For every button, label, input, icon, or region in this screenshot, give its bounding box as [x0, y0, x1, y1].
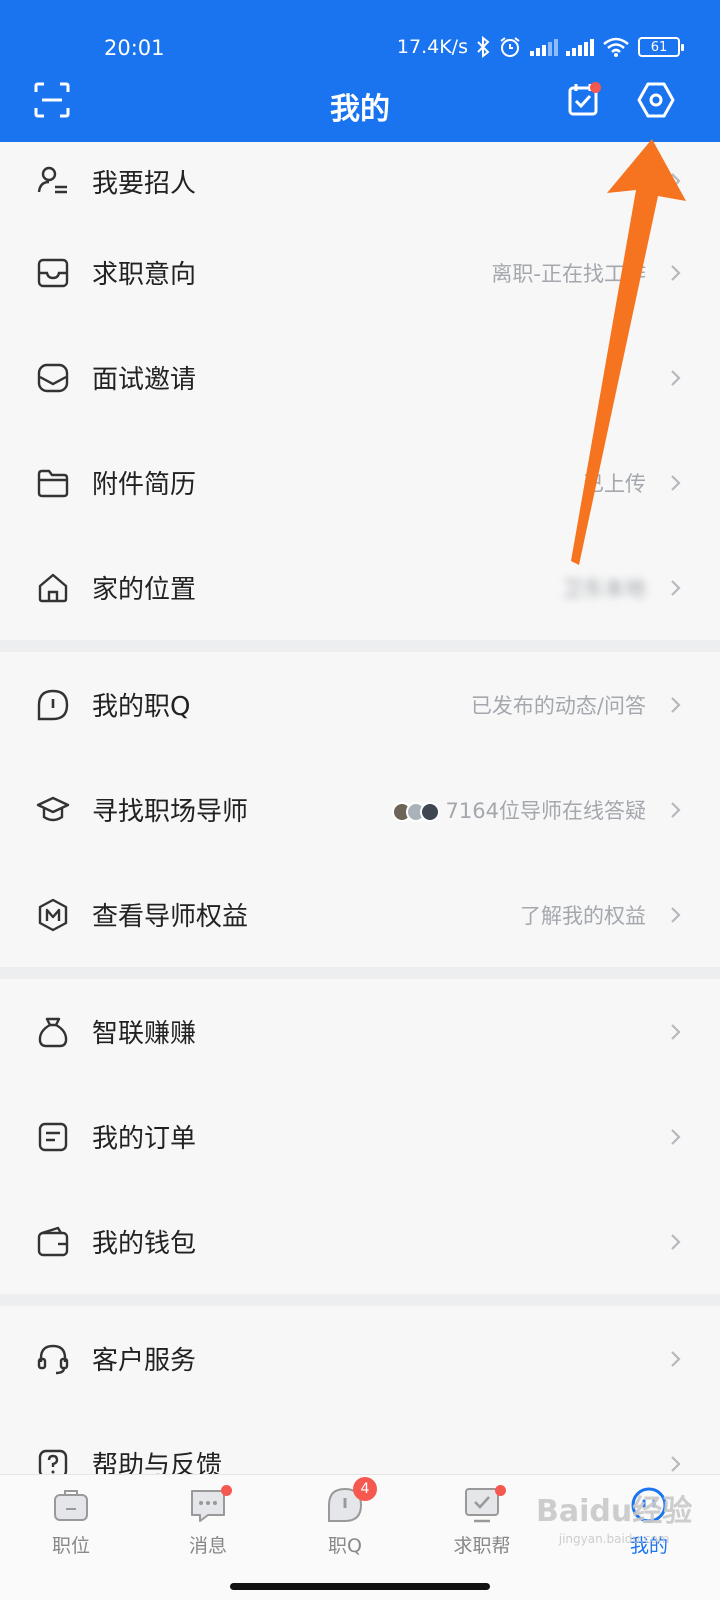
badge-m-icon — [38, 898, 68, 931]
menu-item-orders[interactable]: 我的订单 — [0, 1084, 720, 1189]
chevron-right-icon — [671, 1233, 681, 1250]
order-icon — [38, 1122, 68, 1151]
section-divider — [0, 967, 720, 979]
menu-item-label: 家的位置 — [92, 575, 197, 605]
checkin-badge — [590, 82, 601, 93]
menu-item-sub: 已上传 — [583, 471, 646, 496]
menu-item-label: 求职意向 — [92, 260, 197, 290]
avatar — [419, 801, 440, 822]
menu-list: 我要招人 求职意向 离职-正在找工作 面试邀请 附件简历 已上传 家的位置 卫东… — [0, 142, 720, 1516]
headset-icon — [37, 1344, 69, 1374]
envelope-icon — [37, 363, 69, 392]
messages-badge — [221, 1485, 232, 1496]
chat-bubble-icon — [37, 689, 69, 720]
menu-item-wallet[interactable]: 我的钱包 — [0, 1189, 720, 1294]
menu-item-interview[interactable]: 面试邀请 — [0, 325, 720, 430]
tab-job-help[interactable]: 求职帮 — [427, 1485, 537, 1558]
tab-label: 职位 — [51, 1535, 90, 1557]
menu-item-home-location[interactable]: 家的位置 卫东本地 — [0, 535, 720, 640]
menu-item-label: 我的钱包 — [92, 1229, 197, 1259]
message-icon-wrap — [188, 1485, 232, 1525]
chevron-right-icon — [671, 1023, 681, 1040]
zhiq-icon-wrap: 4 — [325, 1477, 377, 1525]
menu-item-label: 客户服务 — [92, 1346, 197, 1376]
signal-icon — [530, 38, 558, 56]
bluetooth-icon — [477, 36, 490, 58]
section-divider — [0, 640, 720, 652]
tray-icon — [37, 258, 69, 287]
status-bar: 20:01 17.4K/s 61 — [0, 28, 720, 66]
checkin-calendar-button[interactable] — [564, 80, 604, 120]
chevron-right-icon — [671, 579, 681, 596]
chevron-right-icon — [671, 1350, 681, 1367]
settings-icon[interactable] — [636, 80, 676, 120]
watermark-sub: jingyan.baidu.com — [558, 1532, 670, 1546]
folder-icon — [37, 469, 69, 497]
menu-item-label: 面试邀请 — [92, 365, 197, 395]
menu-item-sub: 已发布的动态/问答 — [470, 693, 646, 718]
mentor-avatars — [391, 801, 440, 822]
watermark-text: Baidu经验 — [536, 1494, 693, 1529]
chevron-right-icon — [671, 173, 681, 189]
menu-item-sub: 离职-正在找工作 — [491, 261, 646, 286]
alarm-icon — [500, 37, 520, 57]
menu-item-label: 寻找职场导师 — [92, 797, 249, 827]
wallet-icon — [37, 1226, 69, 1256]
watermark-logo: Baidu经验 jingyan.baidu.com — [536, 1486, 692, 1546]
home-icon — [38, 573, 68, 602]
menu-item-earn[interactable]: 智联赚赚 — [0, 979, 720, 1084]
status-right: 17.4K/s 61 — [396, 36, 684, 58]
header-bar: 20:01 17.4K/s 61 我的 — [0, 0, 720, 142]
tab-label: 求职帮 — [453, 1535, 511, 1557]
chevron-right-icon — [671, 906, 681, 923]
chevron-right-icon — [671, 801, 681, 818]
menu-group-2: 我的职Q 已发布的动态/问答 寻找职场导师 7164位导师在线答疑 查看导师权益… — [0, 652, 720, 967]
menu-item-label: 智联赚赚 — [92, 1019, 197, 1049]
job-help-badge — [495, 1485, 506, 1496]
menu-group-1: 我要招人 求职意向 离职-正在找工作 面试邀请 附件简历 已上传 家的位置 卫东… — [0, 142, 720, 640]
net-speed: 17.4K/s — [396, 36, 468, 58]
menu-item-label: 查看导师权益 — [92, 902, 249, 932]
tab-jobs[interactable]: 职位 — [16, 1485, 126, 1558]
menu-item-sub: 了解我的权益 — [520, 903, 646, 928]
chevron-right-icon — [671, 264, 681, 281]
status-time: 20:01 — [104, 36, 165, 60]
tab-label: 职Q — [328, 1535, 362, 1557]
menu-item-customer-service[interactable]: 客户服务 — [0, 1306, 720, 1411]
briefcase-icon — [54, 1490, 88, 1521]
tab-label: 消息 — [188, 1535, 227, 1557]
zhiq-count-badge: 4 — [353, 1477, 377, 1501]
menu-item-label: 附件简历 — [92, 470, 197, 500]
home-indicator[interactable] — [230, 1583, 490, 1590]
menu-item-label: 我的职Q — [92, 692, 191, 722]
chevron-right-icon — [671, 474, 681, 491]
menu-group-3: 智联赚赚 我的订单 我的钱包 — [0, 979, 720, 1294]
chevron-right-icon — [671, 1128, 681, 1145]
chevron-right-icon — [671, 1455, 681, 1472]
tab-zhiq[interactable]: 4 职Q — [290, 1477, 400, 1558]
tab-messages[interactable]: 消息 — [153, 1485, 263, 1558]
menu-item-resume[interactable]: 附件简历 已上传 — [0, 430, 720, 535]
menu-item-recruit[interactable]: 我要招人 — [0, 142, 720, 220]
menu-item-mentor-benefits[interactable]: 查看导师权益 了解我的权益 — [0, 862, 720, 967]
wifi-icon — [603, 37, 629, 57]
recruit-icon — [37, 166, 67, 194]
help-board-icon-wrap — [462, 1485, 506, 1525]
section-divider — [0, 1294, 720, 1306]
chevron-right-icon — [671, 696, 681, 713]
money-bag-icon — [38, 1017, 68, 1047]
chevron-right-icon — [671, 369, 681, 386]
menu-item-sub: 7164位导师在线答疑 — [445, 798, 646, 823]
menu-item-my-zhiq[interactable]: 我的职Q 已发布的动态/问答 — [0, 652, 720, 757]
menu-item-job-intention[interactable]: 求职意向 离职-正在找工作 — [0, 220, 720, 325]
page-title: 我的 — [330, 92, 390, 127]
graduation-cap-icon — [36, 796, 70, 821]
signal-hd-icon — [566, 38, 594, 56]
menu-item-label: 我要招人 — [92, 168, 197, 199]
menu-item-find-mentor[interactable]: 寻找职场导师 7164位导师在线答疑 — [0, 757, 720, 862]
menu-item-sub-wrap: 7164位导师在线答疑 — [391, 795, 646, 825]
menu-item-label: 我的订单 — [92, 1124, 197, 1154]
menu-item-sub: 卫东本地 — [562, 576, 646, 601]
battery-icon: 61 — [638, 37, 684, 57]
